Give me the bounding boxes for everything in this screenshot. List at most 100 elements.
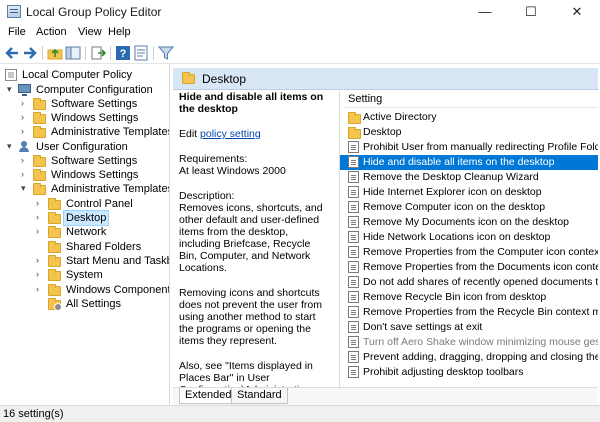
status-bar: 16 setting(s) <box>0 405 600 422</box>
chevron-right-icon[interactable]: › <box>36 198 45 208</box>
toolbar-separator <box>153 46 154 60</box>
setting-title: Hide and disable all items on the deskto… <box>179 91 324 115</box>
folder-icon <box>348 112 361 124</box>
list-item-label: Don't save settings at exit <box>363 321 483 333</box>
chevron-right-icon[interactable]: › <box>21 98 30 108</box>
chevron-right-icon[interactable]: › <box>36 284 45 294</box>
window-title: Local Group Policy Editor <box>26 5 162 19</box>
list-item-folder[interactable]: Desktop <box>340 125 598 140</box>
list-item-label: Hide Network Locations icon on desktop <box>363 231 551 243</box>
menu-action[interactable]: Action <box>36 26 67 38</box>
properties-icon[interactable] <box>133 45 149 61</box>
chevron-right-icon[interactable]: › <box>36 269 45 279</box>
column-header-setting[interactable]: Setting <box>344 91 598 108</box>
list-item-label: Prohibit adjusting desktop toolbars <box>363 366 524 378</box>
menu-help[interactable]: Help <box>108 26 131 38</box>
title-bar: Local Group Policy Editor — ☐ ✕ <box>0 0 600 24</box>
list-item-folder[interactable]: Active Directory <box>340 110 598 125</box>
up-folder-icon[interactable] <box>47 45 63 61</box>
folder-icon <box>48 284 61 297</box>
policy-setting-icon <box>348 366 359 378</box>
description-paragraph: Also, see "Items displayed in Places Bar… <box>179 360 313 387</box>
filter-icon[interactable] <box>158 45 174 61</box>
policy-setting-icon <box>348 261 359 273</box>
app-icon <box>7 5 21 18</box>
menu-view[interactable]: View <box>78 26 102 38</box>
menu-file[interactable]: File <box>8 26 26 38</box>
policy-setting-icon <box>348 291 359 303</box>
policy-setting-icon <box>348 216 359 228</box>
list-item-setting[interactable]: Prohibit User from manually redirecting … <box>340 140 598 155</box>
list-item-setting[interactable]: Remove Properties from the Recycle Bin c… <box>340 305 598 320</box>
folder-icon <box>48 198 61 211</box>
folder-icon <box>33 183 46 196</box>
details-pane: Desktop Hide and disable all items on th… <box>173 64 598 405</box>
folder-icon <box>182 72 195 84</box>
requirements: Requirements: At least Windows 2000 <box>179 153 286 177</box>
chevron-right-icon[interactable]: › <box>21 169 30 179</box>
minimize-button[interactable]: — <box>462 0 508 24</box>
list-item-label: Remove Properties from the Documents ico… <box>363 261 598 273</box>
settings-list: Setting Active Directory Desktop Prohibit … <box>339 91 598 387</box>
list-item-setting[interactable]: Hide Internet Explorer icon on desktop <box>340 185 598 200</box>
list-item-setting[interactable]: Remove Computer icon on the desktop <box>340 200 598 215</box>
folder-icon <box>48 241 61 254</box>
policy-setting-icon <box>348 351 359 363</box>
policy-setting-icon <box>348 276 359 288</box>
chevron-down-icon[interactable]: ▾ <box>7 84 16 94</box>
list-item-label: Remove My Documents icon on the desktop <box>363 216 570 228</box>
status-text: 16 setting(s) <box>3 408 64 420</box>
show-hide-tree-icon[interactable] <box>65 45 81 61</box>
policy-setting-icon <box>348 231 359 243</box>
folder-icon <box>48 212 61 225</box>
description-paragraph: Removing icons and shortcuts does not pr… <box>179 287 322 347</box>
chevron-right-icon[interactable]: › <box>36 255 45 265</box>
list-item-label: Hide and disable all items on the deskto… <box>363 156 555 168</box>
folder-icon <box>33 98 46 111</box>
list-item-setting[interactable]: Remove My Documents icon on the desktop <box>340 215 598 230</box>
list-item-setting[interactable]: Turn off Aero Shake window minimizing mo… <box>340 335 598 350</box>
navigation-tree: Local Computer Policy ▾ Computer Configu… <box>1 64 170 405</box>
list-item-setting[interactable]: Prohibit adjusting desktop toolbars <box>340 365 598 380</box>
chevron-down-icon[interactable]: ▾ <box>7 141 16 151</box>
edit-policy-setting-link[interactable]: policy setting <box>200 128 261 140</box>
view-tabs: Extended Standard <box>173 387 598 405</box>
policy-setting-icon <box>348 171 359 183</box>
description-panel: Hide and disable all items on the deskto… <box>173 91 335 387</box>
tab-extended[interactable]: Extended <box>179 388 238 404</box>
details-header: Desktop <box>173 68 598 90</box>
maximize-button[interactable]: ☐ <box>508 0 554 24</box>
chevron-down-icon[interactable]: ▾ <box>21 183 30 193</box>
chevron-right-icon[interactable]: › <box>36 212 45 222</box>
folder-icon <box>33 112 46 125</box>
list-item-setting[interactable]: Remove Properties from the Documents ico… <box>340 260 598 275</box>
list-item-setting[interactable]: Do not add shares of recently opened doc… <box>340 275 598 290</box>
list-item-setting[interactable]: Remove the Desktop Cleanup Wizard <box>340 170 598 185</box>
list-item-setting[interactable]: Hide Network Locations icon on desktop <box>340 230 598 245</box>
close-button[interactable]: ✕ <box>554 0 600 24</box>
help-icon[interactable]: ? <box>115 45 131 61</box>
list-item-label: Do not add shares of recently opened doc… <box>363 276 598 288</box>
tab-standard[interactable]: Standard <box>231 388 288 404</box>
menu-bar: File Action View Help <box>0 24 600 42</box>
list-item-setting[interactable]: Remove Recycle Bin icon from desktop <box>340 290 598 305</box>
list-item-label: Turn off Aero Shake window minimizing mo… <box>363 336 598 348</box>
toolbar-separator <box>110 46 111 60</box>
policy-setting-icon <box>348 201 359 213</box>
list-item-setting[interactable]: Prevent adding, dragging, dropping and c… <box>340 350 598 365</box>
policy-setting-icon <box>348 156 359 168</box>
edit-line: Edit policy setting <box>179 128 261 140</box>
list-item-setting[interactable]: Hide and disable all items on the deskto… <box>340 155 598 170</box>
export-list-icon[interactable] <box>90 45 106 61</box>
chevron-right-icon[interactable]: › <box>21 155 30 165</box>
folder-icon <box>348 127 361 139</box>
back-arrow-icon[interactable] <box>4 45 20 61</box>
chevron-right-icon[interactable]: › <box>36 226 45 236</box>
forward-arrow-icon[interactable] <box>22 45 38 61</box>
chevron-right-icon[interactable]: › <box>21 126 30 136</box>
list-item-label: Active Directory <box>363 111 437 123</box>
toolbar-separator <box>85 46 86 60</box>
list-item-setting[interactable]: Don't save settings at exit <box>340 320 598 335</box>
chevron-right-icon[interactable]: › <box>21 112 30 122</box>
list-item-setting[interactable]: Remove Properties from the Computer icon… <box>340 245 598 260</box>
